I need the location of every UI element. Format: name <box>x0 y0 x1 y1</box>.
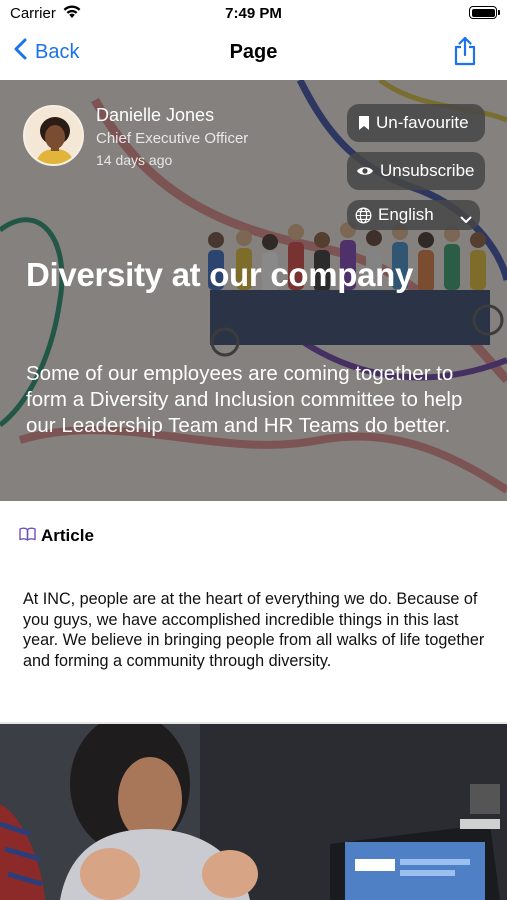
content-type-label: Article <box>41 526 94 545</box>
battery-icon <box>469 6 500 19</box>
article-body: At INC, people are at the heart of every… <box>23 590 485 670</box>
article-summary: Some of our employees are coming togethe… <box>26 362 463 437</box>
chevron-down-icon <box>460 209 472 229</box>
article-title: Diversity at our company <box>26 256 414 293</box>
language-value: English <box>378 205 434 224</box>
unsubscribe-button[interactable]: Unsubscribe <box>347 152 485 190</box>
post-timestamp: 14 days ago <box>96 152 173 168</box>
share-icon <box>453 36 477 70</box>
globe-icon <box>355 207 372 224</box>
author-name: Danielle Jones <box>96 105 215 125</box>
back-label: Back <box>35 40 80 63</box>
language-select[interactable]: English <box>347 200 480 230</box>
navigation-bar: Back Page <box>0 28 507 80</box>
book-icon <box>19 527 36 546</box>
author-role: Chief Executive Officer <box>96 130 249 147</box>
unfavourite-button[interactable]: Un-favourite <box>347 104 485 142</box>
status-bar: Carrier 7:49 PM <box>0 0 507 28</box>
share-button[interactable] <box>453 36 477 71</box>
unfavourite-label: Un-favourite <box>376 113 469 132</box>
bookmark-icon <box>358 115 370 131</box>
back-button[interactable]: Back <box>14 38 79 66</box>
avatar[interactable] <box>23 105 84 166</box>
content-type-header: Article <box>19 526 94 546</box>
article-photo <box>0 724 507 900</box>
back-chevron-icon <box>14 38 27 66</box>
unsubscribe-label: Unsubscribe <box>380 161 475 180</box>
hero-banner: Danielle Jones Chief Executive Officer 1… <box>0 80 507 501</box>
clock: 7:49 PM <box>225 5 282 22</box>
eye-icon <box>356 165 374 177</box>
